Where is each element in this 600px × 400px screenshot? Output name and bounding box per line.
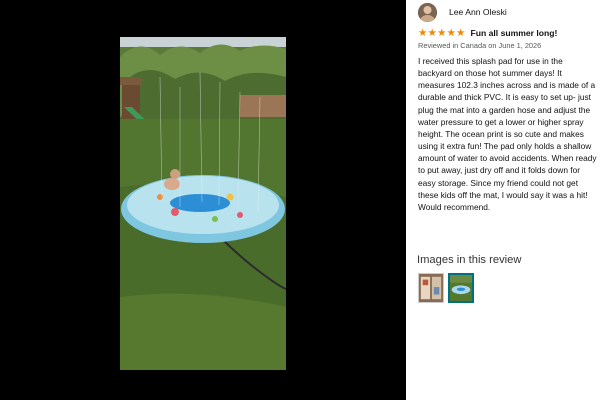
rating-row: ★ ★ ★ ★ ★ Fun all summer long! [418, 27, 557, 39]
star-icon: ★ [427, 26, 437, 39]
review-photo[interactable] [120, 37, 286, 370]
splash-pad-photo [120, 37, 286, 370]
thumbnail-image [419, 274, 443, 302]
review-image-thumbnail[interactable] [418, 273, 444, 303]
reviewer-profile[interactable]: Lee Ann Oleski [418, 2, 507, 22]
avatar [418, 2, 437, 22]
images-heading: Images in this review [417, 254, 522, 266]
review-image-thumbnail-selected[interactable] [448, 273, 474, 303]
profile-photo-icon [418, 2, 437, 22]
media-viewer [0, 0, 406, 400]
star-icon: ★ [446, 26, 456, 39]
review-title: Fun all summer long! [470, 28, 558, 38]
review-panel: Lee Ann Oleski ★ ★ ★ ★ ★ Fun all summer … [406, 0, 600, 400]
reviewer-name[interactable]: Lee Ann Oleski [449, 7, 507, 17]
star-icon: ★ [456, 26, 466, 39]
star-icon: ★ [418, 26, 428, 39]
review-image-thumbnails [418, 273, 478, 303]
review-body: I received this splash pad for use in th… [418, 56, 597, 212]
thumbnail-image [450, 275, 472, 301]
star-icon: ★ [437, 26, 447, 39]
review-date: Reviewed in Canada on June 1, 2026 [418, 41, 542, 50]
star-rating: ★ ★ ★ ★ ★ [418, 26, 466, 39]
